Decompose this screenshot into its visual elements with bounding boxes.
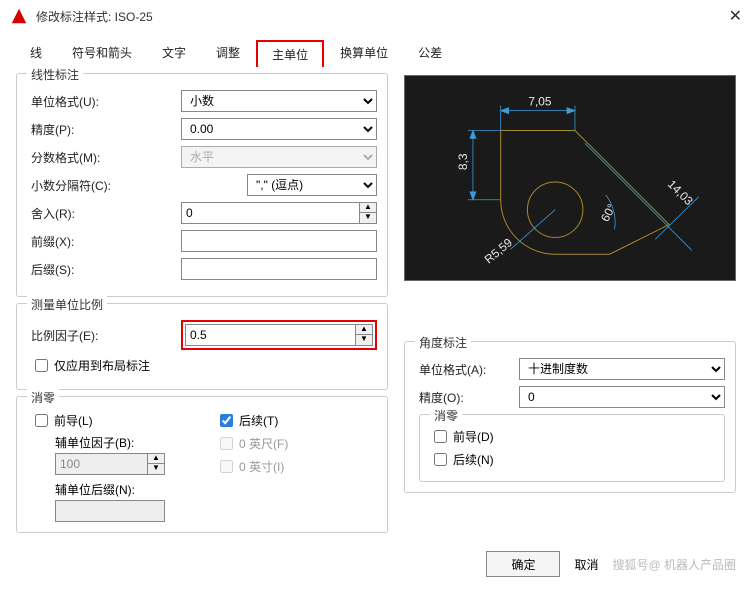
aux-suffix-label: 辅单位后缀(N): [55,481,192,498]
preview-dim-radius: R5,59 [482,235,516,266]
angular-precision-select[interactable]: 0 [519,386,725,408]
scale-group-label: 测量单位比例 [27,296,107,313]
prefix-label: 前缀(X): [31,233,181,250]
tab-alt-units[interactable]: 换算单位 [326,40,402,67]
zero-group-label: 消零 [27,389,59,406]
angular-leading-checkbox[interactable] [434,430,447,443]
feet-checkbox [220,437,233,450]
decimal-separator-select[interactable]: "," (逗点) [247,174,377,196]
zero-suppression-group: 消零 前导(L) 辅单位因子(B): ▲▼ 辅单位后缀(N): [16,396,388,533]
feet-label: 0 英尺(F) [239,435,288,452]
precision-select[interactable]: 0.00 [181,118,377,140]
aux-factor-label: 辅单位因子(B): [55,434,192,451]
layout-only-label: 仅应用到布局标注 [54,357,150,374]
inch-label: 0 英寸(I) [239,458,284,475]
angular-zero-group: 消零 前导(D) 后续(N) [419,414,725,482]
scale-factor-spinner[interactable]: ▲▼ [355,324,373,346]
linear-dimension-group: 线性标注 单位格式(U): 小数 精度(P): 0.00 分数格式(M): 水平… [16,73,388,297]
decimal-separator-label: 小数分隔符(C): [31,177,181,194]
angular-trailing-label: 后续(N) [453,451,494,468]
cancel-button[interactable]: 取消 [574,556,598,573]
leading-label: 前导(L) [54,412,93,429]
precision-label: 精度(P): [31,121,181,138]
app-logo-icon [10,7,28,25]
close-icon[interactable]: ✕ [729,6,742,26]
scale-factor-input[interactable] [185,324,355,346]
angular-group-label: 角度标注 [415,334,471,351]
round-off-spinner[interactable]: ▲▼ [359,202,377,224]
preview-pane: 7,05 8,3 R5,59 60° 14,03 [404,75,736,281]
angular-leading-label: 前导(D) [453,428,494,445]
angular-unit-format-select[interactable]: 十进制度数 [519,358,725,380]
trailing-label: 后续(T) [239,412,278,429]
fraction-format-label: 分数格式(M): [31,149,181,166]
unit-format-label: 单位格式(U): [31,93,181,110]
leading-checkbox[interactable] [35,414,48,427]
preview-dim-left: 8,3 [456,153,470,170]
prefix-input[interactable] [181,230,377,252]
fraction-format-select: 水平 [181,146,377,168]
tab-fit[interactable]: 调整 [202,40,254,67]
measurement-scale-group: 测量单位比例 比例因子(E): ▲▼ 仅应用到布局标注 [16,303,388,390]
linear-group-label: 线性标注 [27,66,83,83]
aux-suffix-input [55,500,165,522]
trailing-checkbox[interactable] [220,414,233,427]
tab-lines[interactable]: 线 [16,40,56,67]
angular-zero-group-label: 消零 [430,407,462,424]
round-off-input[interactable] [181,202,359,224]
watermark-text: 搜狐号@ 机器人产品圈 [612,556,736,573]
aux-factor-spinner: ▲▼ [147,453,165,475]
suffix-label: 后缀(S): [31,261,181,278]
angular-dimension-group: 角度标注 单位格式(A): 十进制度数 精度(O): 0 消零 前导(D) 后续… [404,341,736,493]
inch-checkbox [220,460,233,473]
dialog-title: 修改标注样式: ISO-25 [36,8,729,25]
angular-precision-label: 精度(O): [419,389,519,406]
tab-symbols-arrows[interactable]: 符号和箭头 [58,40,146,67]
suffix-input[interactable] [181,258,377,280]
layout-only-checkbox[interactable] [35,359,48,372]
preview-dim-angle: 60° [598,201,619,224]
unit-format-select[interactable]: 小数 [181,90,377,112]
tab-tolerances[interactable]: 公差 [404,40,456,67]
round-off-label: 舍入(R): [31,205,181,222]
angular-trailing-checkbox[interactable] [434,453,447,466]
preview-dim-top: 7,05 [528,95,552,109]
scale-factor-label: 比例因子(E): [31,327,181,344]
ok-button[interactable]: 确定 [486,551,560,577]
tab-text[interactable]: 文字 [148,40,200,67]
tab-primary-units[interactable]: 主单位 [256,40,324,67]
aux-factor-input [55,453,147,475]
angular-unit-format-label: 单位格式(A): [419,361,519,378]
